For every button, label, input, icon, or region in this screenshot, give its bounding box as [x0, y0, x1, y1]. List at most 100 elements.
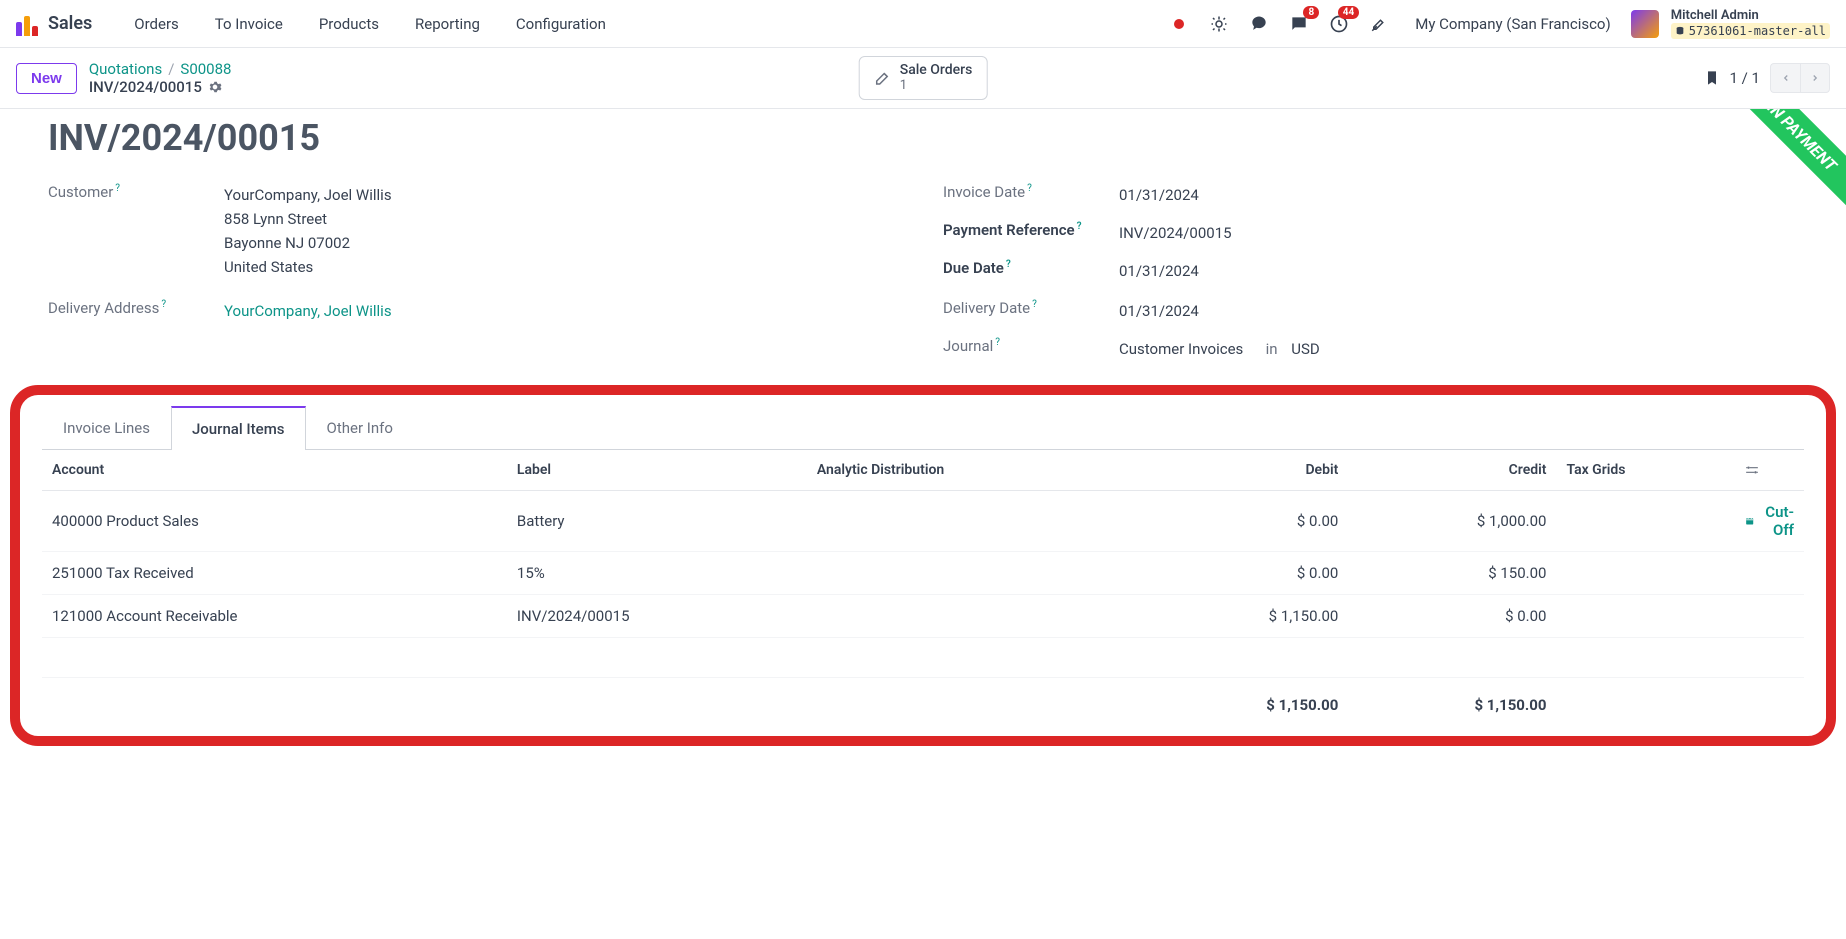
cell-credit: $ 150.00: [1348, 552, 1556, 595]
user-menu[interactable]: Mitchell Admin 57361061-master-all: [1631, 8, 1830, 39]
currency-link[interactable]: USD: [1291, 340, 1319, 358]
cell-debit: $ 0.00: [1140, 552, 1348, 595]
journal-label: Journal?: [943, 337, 1103, 355]
col-tax-grids[interactable]: Tax Grids: [1556, 450, 1735, 491]
cell-tax-grids: [1556, 595, 1735, 638]
columns-settings-icon[interactable]: [1745, 463, 1794, 477]
help-icon[interactable]: ?: [161, 299, 166, 310]
cell-debit: $ 0.00: [1140, 491, 1348, 552]
delivery-addr-link[interactable]: YourCompany, Joel Willis: [224, 299, 392, 323]
nav-configuration[interactable]: Configuration: [502, 15, 620, 33]
nav-orders[interactable]: Orders: [120, 15, 193, 33]
messages-badge: 8: [1303, 6, 1319, 19]
app-logo-icon[interactable]: [16, 12, 40, 36]
col-account[interactable]: Account: [42, 450, 507, 491]
content-area: IN PAYMENT INV/2024/00015 Customer? Your…: [0, 109, 1846, 770]
activities-badge: 44: [1338, 6, 1359, 19]
delivery-date-value: 01/31/2024: [1119, 299, 1199, 323]
customer-addr-line2: Bayonne NJ 07002: [224, 231, 392, 255]
tools-icon[interactable]: [1363, 8, 1395, 40]
tab-other-info[interactable]: Other Info: [306, 406, 414, 450]
nav-products[interactable]: Products: [305, 15, 393, 33]
delivery-addr-label: Delivery Address?: [48, 299, 208, 317]
invoice-title: INV/2024/00015: [48, 117, 1798, 159]
pager-next-button[interactable]: [1800, 63, 1830, 93]
col-credit[interactable]: Credit: [1348, 450, 1556, 491]
debug-icon[interactable]: [1203, 8, 1235, 40]
due-date-label: Due Date?: [943, 259, 1103, 277]
customer-addr-line1: 858 Lynn Street: [224, 207, 392, 231]
customer-label: Customer?: [48, 183, 208, 201]
breadcrumb-order[interactable]: S00088: [180, 60, 231, 78]
cell-account: 251000 Tax Received: [42, 552, 507, 595]
database-icon: [1675, 26, 1685, 36]
col-debit[interactable]: Debit: [1140, 450, 1348, 491]
help-icon[interactable]: ?: [1032, 299, 1037, 310]
pager-text[interactable]: 1 / 1: [1730, 69, 1761, 87]
payment-ref-value: INV/2024/00015: [1119, 221, 1232, 245]
cell-tax-grids: [1556, 552, 1735, 595]
cell-account: 121000 Account Receivable: [42, 595, 507, 638]
bookmark-icon[interactable]: [1704, 68, 1720, 88]
delivery-date-label: Delivery Date?: [943, 299, 1103, 317]
activities-icon[interactable]: 44: [1323, 8, 1355, 40]
invoice-date-value: 01/31/2024: [1119, 183, 1199, 207]
nav-to-invoice[interactable]: To Invoice: [201, 15, 297, 33]
col-label[interactable]: Label: [507, 450, 807, 491]
total-credit: $ 1,150.00: [1348, 678, 1556, 727]
breadcrumb-quotations[interactable]: Quotations: [89, 60, 162, 78]
database-tag: 57361061-master-all: [1671, 23, 1830, 39]
sale-orders-count: 1: [900, 79, 973, 93]
tab-journal-items[interactable]: Journal Items: [171, 406, 306, 450]
cell-credit: $ 1,000.00: [1348, 491, 1556, 552]
cell-account: 400000 Product Sales: [42, 491, 507, 552]
user-avatar-icon: [1631, 10, 1659, 38]
payment-ref-label: Payment Reference?: [943, 221, 1103, 239]
pager-prev-button[interactable]: [1770, 63, 1800, 93]
phone-icon[interactable]: [1243, 8, 1275, 40]
table-row[interactable]: 121000 Account Receivable INV/2024/00015…: [42, 595, 1804, 638]
cell-label: Battery: [507, 491, 807, 552]
company-selector[interactable]: My Company (San Francisco): [1415, 15, 1610, 33]
journal-value: Customer Invoices: [1119, 340, 1243, 358]
record-indicator-icon[interactable]: [1163, 8, 1195, 40]
table-row[interactable]: 251000 Tax Received 15% $ 0.00 $ 150.00: [42, 552, 1804, 595]
messages-icon[interactable]: 8: [1283, 8, 1315, 40]
table-row[interactable]: 400000 Product Sales Battery $ 0.00 $ 1,…: [42, 491, 1804, 552]
nav-reporting[interactable]: Reporting: [401, 15, 494, 33]
cell-label: 15%: [507, 552, 807, 595]
cell-tax-grids: [1556, 491, 1735, 552]
edit-icon: [874, 69, 892, 87]
highlighted-region: Invoice Lines Journal Items Other Info A…: [10, 385, 1836, 746]
tab-invoice-lines[interactable]: Invoice Lines: [42, 406, 171, 450]
help-icon[interactable]: ?: [115, 183, 120, 194]
journal-items-table: Account Label Analytic Distribution Debi…: [42, 450, 1804, 726]
cutoff-button[interactable]: Cut-Off: [1745, 503, 1794, 539]
help-icon[interactable]: ?: [1077, 221, 1082, 232]
col-analytic[interactable]: Analytic Distribution: [807, 450, 1140, 491]
cell-label: INV/2024/00015: [507, 595, 807, 638]
cell-analytic: [807, 491, 1140, 552]
calendar-icon: [1745, 514, 1754, 528]
cell-analytic: [807, 595, 1140, 638]
total-debit: $ 1,150.00: [1140, 678, 1348, 727]
app-title[interactable]: Sales: [48, 13, 92, 34]
tabs: Invoice Lines Journal Items Other Info: [42, 405, 1804, 450]
customer-addr-line3: United States: [224, 255, 392, 279]
sub-bar: New Quotations / S00088 INV/2024/00015 S…: [0, 48, 1846, 109]
invoice-date-label: Invoice Date?: [943, 183, 1103, 201]
sale-orders-button[interactable]: Sale Orders 1: [859, 56, 988, 100]
gear-icon[interactable]: [208, 80, 222, 94]
breadcrumb: Quotations / S00088 INV/2024/00015: [89, 60, 232, 96]
sale-orders-label: Sale Orders: [900, 63, 973, 78]
journal-in: in: [1266, 340, 1278, 358]
help-icon[interactable]: ?: [1006, 259, 1011, 270]
due-date-value: 01/31/2024: [1119, 259, 1199, 283]
user-name: Mitchell Admin: [1671, 8, 1830, 23]
help-icon[interactable]: ?: [995, 337, 1000, 348]
cell-credit: $ 0.00: [1348, 595, 1556, 638]
customer-link[interactable]: YourCompany, Joel Willis: [224, 183, 392, 207]
breadcrumb-current: INV/2024/00015: [89, 78, 202, 96]
new-button[interactable]: New: [16, 63, 77, 94]
help-icon[interactable]: ?: [1027, 183, 1032, 194]
